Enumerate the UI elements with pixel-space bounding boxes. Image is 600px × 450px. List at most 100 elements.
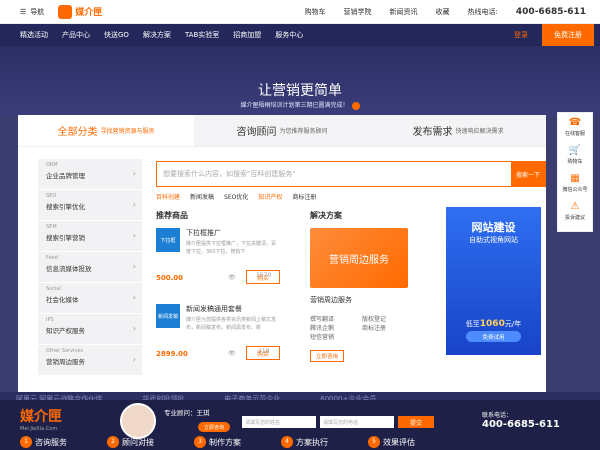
chevron-right-icon: ›: [132, 324, 136, 333]
tab-consultant[interactable]: 咨询顾问 为您推荐服务顾问: [194, 115, 370, 146]
solution-link[interactable]: 版权登记: [362, 315, 386, 324]
chevron-right-icon: ›: [132, 169, 136, 178]
advise-button[interactable]: 立即咨询: [198, 422, 230, 432]
name-field[interactable]: 请填写您的姓名: [242, 416, 316, 428]
solution-title: 解决方案: [310, 211, 342, 220]
search-bar: 想要搜索什么内容，如搜索"百科创建服务" 搜索一下: [156, 161, 546, 187]
nav-item[interactable]: 解决方案: [143, 30, 171, 40]
nav-item[interactable]: 服务中心: [275, 30, 303, 40]
logo[interactable]: 媒介匣: [58, 4, 102, 19]
avatar: [120, 403, 156, 439]
category-item[interactable]: ORM 企业品牌管理 ›: [38, 159, 142, 189]
category-item[interactable]: Social 社会化媒体 ›: [38, 283, 142, 313]
products-title: 推荐商品: [156, 211, 188, 220]
chevron-right-icon: ›: [132, 231, 136, 240]
nav-label[interactable]: 导航: [30, 7, 44, 17]
hero-subtitle: 媒介匣梧桐培训计划第三期已圆满完成！: [0, 100, 600, 110]
hot-keyword[interactable]: 商标注册: [292, 192, 316, 201]
product-price: 2899.00: [156, 350, 188, 358]
footer-contact: 联系电话： 400-6685-611: [482, 412, 560, 430]
main-nav: 精选活动 产品中心 快送GO 解决方案 TAB实验室 招商加盟 服务中心 登录 …: [0, 24, 600, 46]
main-panel: 全部分类 寻找营销资源与服务 咨询顾问 为您推荐服务顾问 发布需求 快速响应解决需求 …: [18, 115, 546, 393]
hotline-number: 400-6685-611: [515, 6, 586, 17]
chevron-right-icon: ›: [132, 293, 136, 302]
search-button[interactable]: 搜索一下: [511, 162, 545, 186]
wechat[interactable]: ▦ 微信公众号: [558, 169, 592, 197]
category-item[interactable]: Feed 信息流媒体投放 ›: [38, 252, 142, 282]
solution-link[interactable]: 短信营销: [310, 333, 334, 342]
hot-keyword[interactable]: 新闻发稿: [190, 192, 214, 201]
solution-links: 版权登记 商标注册: [362, 315, 386, 333]
cart-link[interactable]: 购物车: [305, 7, 326, 17]
headset-icon: ☎: [568, 117, 582, 128]
cart[interactable]: 🛒 购物车: [558, 141, 592, 169]
nav-item[interactable]: 精选活动: [20, 30, 48, 40]
hot-keyword[interactable]: SEO优化: [224, 192, 248, 201]
hero-title: 让营销更简单: [258, 83, 342, 99]
submit-button[interactable]: 提交: [398, 416, 434, 428]
complaint[interactable]: ⚠ 投诉建议: [558, 197, 592, 225]
phone-field[interactable]: 请填写您的电话: [320, 416, 394, 428]
product-title: 下拉框推广: [186, 229, 221, 237]
hot-keywords: 百科创建 新闻发稿 SEO优化 知识产权 商标注册: [156, 192, 316, 201]
category-item[interactable]: Other Services 营销周边服务 ›: [38, 345, 142, 375]
footer-logo[interactable]: 媒介匣 Mei JieXia.Com: [20, 406, 62, 432]
top-bar: ☰ 导航 媒介匣 购物车 营销学院 新闻资讯 收藏 热线电话: 400-6685…: [0, 0, 600, 24]
eye-icon: 👁: [228, 350, 236, 357]
chevron-right-icon: ›: [132, 262, 136, 271]
solution-image[interactable]: 营销周边服务: [310, 228, 408, 288]
product-price: 500.00: [156, 274, 184, 282]
category-item[interactable]: SEO 搜索引擎优化 ›: [38, 190, 142, 220]
product-title: 新闻发稿通用套餐: [186, 305, 242, 313]
hot-keyword[interactable]: 知识产权: [258, 192, 282, 201]
category-sidebar: ORM 企业品牌管理 › SEO 搜索引擎优化 › SEM 搜索引擎营销 › Feed 信息流…: [38, 159, 142, 376]
nav-item[interactable]: TAB实验室: [185, 30, 219, 40]
register-button[interactable]: 免费注册: [542, 24, 594, 46]
favorite-link[interactable]: 收藏: [436, 7, 450, 17]
step: 2 顾问对接: [107, 436, 154, 448]
product-desc: 媒介匣提供下拉框推广，下拉关键词，百度下拉，360下拉，搜狗下: [186, 241, 277, 255]
menu-icon[interactable]: ☰: [20, 8, 26, 16]
banner-subtitle: 自助式视角网站: [469, 236, 518, 244]
arrow-icon[interactable]: [351, 101, 360, 110]
product-image: 新闻发稿: [156, 304, 180, 328]
eye-icon: 👁: [228, 274, 236, 281]
logo-icon: [58, 4, 73, 19]
step: 1 咨询服务: [20, 436, 67, 448]
qrcode-icon: ▦: [570, 173, 580, 184]
solution-link[interactable]: 腾讯企鹅: [310, 324, 334, 333]
consult-button[interactable]: 立即咨询: [310, 350, 344, 362]
agent-name: 专业顾问：王琪: [164, 409, 210, 417]
academy-link[interactable]: 营销学院: [344, 7, 372, 17]
floating-toolbar: ☎ 在线客服 🛒 购物车 ▦ 微信公众号 ⚠ 投诉建议: [557, 112, 593, 232]
step: 3 制作方案: [194, 436, 241, 448]
solution-links: 撰写翻译 腾讯企鹅 短信营销: [310, 315, 334, 342]
hot-keyword[interactable]: 百科创建: [156, 192, 180, 201]
step: 5 效果评估: [368, 436, 415, 448]
step: 4 方案执行: [281, 436, 328, 448]
free-trial-button[interactable]: 免费试用: [466, 331, 521, 342]
tabs: 全部分类 寻找营销资源与服务 咨询顾问 为您推荐服务顾问 发布需求 快速响应解决需求: [18, 115, 546, 147]
view-count: 1570: [256, 272, 272, 279]
category-item[interactable]: IPS 知识产权服务 ›: [38, 314, 142, 344]
view-count: 218: [258, 348, 270, 355]
login-link[interactable]: 登录: [514, 30, 528, 40]
news-link[interactable]: 新闻资讯: [390, 7, 418, 17]
online-service[interactable]: ☎ 在线客服: [558, 113, 592, 141]
solution-name[interactable]: 营销周边服务: [310, 295, 352, 305]
nav-item[interactable]: 产品中心: [62, 30, 90, 40]
solution-link[interactable]: 撰写翻译: [310, 315, 334, 324]
hero: 让营销更简单 媒介匣梧桐培训计划第三期已圆满完成！: [0, 46, 600, 116]
tab-all-categories[interactable]: 全部分类 寻找营销资源与服务: [18, 115, 194, 146]
banner-price: 低至1060元/年: [465, 319, 522, 329]
nav-item[interactable]: 招商加盟: [233, 30, 261, 40]
process-steps: 1 咨询服务 2 顾问对接 3 制作方案 4 方案执行 5 效果评估: [20, 436, 415, 448]
search-input[interactable]: 想要搜索什么内容，如搜索"百科创建服务": [157, 162, 511, 186]
solution-link[interactable]: 商标注册: [362, 324, 386, 333]
website-banner[interactable]: 网站建设 自助式视角网站 低至1060元/年 免费试用: [446, 207, 541, 355]
category-item[interactable]: SEM 搜索引擎营销 ›: [38, 221, 142, 251]
warning-icon: ⚠: [570, 201, 580, 212]
nav-item[interactable]: 快送GO: [104, 30, 129, 40]
tab-post-demand[interactable]: 发布需求 快速响应解决需求: [370, 115, 546, 146]
hotline-label: 热线电话:: [467, 7, 498, 16]
